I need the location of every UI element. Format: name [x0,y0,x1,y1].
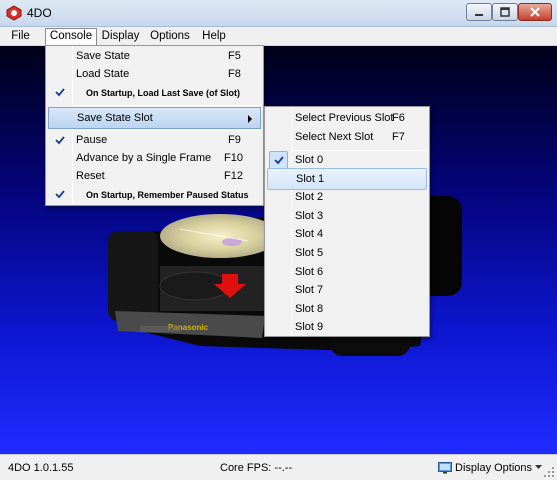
save-state-slot-label: Save State Slot [77,112,153,124]
reset-label: Reset [76,170,105,182]
slot-label: Slot 4 [295,228,324,240]
status-bar: 4DO 1.0.1.55 Core FPS: --.-- Display Opt… [0,454,557,480]
slot-label: Slot 3 [295,210,324,222]
menu-display[interactable]: Display [99,28,142,45]
pause-label: Pause [76,134,108,146]
menu-item-startup-load-last-save[interactable]: On Startup, Load Last Save (of Slot) [48,82,261,104]
menu-options[interactable]: Options [148,28,192,45]
close-button[interactable] [518,3,552,21]
menu-item-select-next-slot[interactable]: Select Next Slot F7 [267,127,427,149]
slot-label: Slot 6 [295,266,324,278]
slot-label: Slot 9 [295,321,324,333]
checkmark-icon [50,185,69,204]
menu-item-startup-remember-paused[interactable]: On Startup, Remember Paused Status [48,184,261,206]
menu-bar: File Console Display Options Help [0,27,557,46]
select-next-slot-label: Select Next Slot [295,131,374,143]
maximize-button[interactable] [492,3,518,21]
load-state-shortcut: F8 [228,68,241,80]
minimize-icon [475,14,483,16]
reset-shortcut: F12 [224,170,243,182]
maximize-icon [500,7,510,17]
display-options-dropdown[interactable]: Display Options [438,459,543,476]
menu-item-slot-9[interactable]: Slot 9 [267,317,427,339]
console-menu: Save State F5 Load State F8 On Startup, … [45,45,264,206]
slot-label: Slot 2 [295,191,324,203]
title-bar: 4DO [0,0,557,27]
window-title: 4DO [27,6,52,20]
slot-label: Slot 0 [295,154,324,166]
minimize-button[interactable] [466,3,492,21]
resize-grip-icon[interactable] [544,467,555,478]
slot-label: Slot 1 [296,173,325,185]
monitor-icon [438,461,452,473]
pause-shortcut: F9 [228,134,241,146]
select-next-slot-shortcut: F7 [392,131,405,143]
app-logo-icon [6,5,22,21]
advance-frame-shortcut: F10 [224,152,243,164]
startup-load-label: On Startup, Load Last Save (of Slot) [86,88,241,98]
startup-paused-label: On Startup, Remember Paused Status [86,190,249,200]
save-state-shortcut: F5 [228,50,241,62]
slot-label: Slot 7 [295,284,324,296]
menu-file[interactable]: File [4,28,37,45]
save-state-slot-submenu: Select Previous Slot F6 Select Next Slot… [264,106,430,337]
close-icon [530,7,540,17]
menu-separator [74,105,261,106]
menu-help[interactable]: Help [199,28,229,45]
display-options-label: Display Options [455,461,533,474]
slot-label: Slot 8 [295,303,324,315]
select-previous-slot-label: Select Previous Slot [295,112,394,124]
menu-console[interactable]: Console [45,28,97,45]
advance-frame-label: Advance by a Single Frame [76,152,212,164]
slot-label: Slot 5 [295,247,324,259]
select-previous-slot-shortcut: F6 [392,112,405,124]
dropdown-arrow-icon [535,465,543,469]
save-state-label: Save State [76,50,130,62]
core-fps-label: Core FPS: --.-- [220,462,293,474]
load-state-label: Load State [76,68,130,80]
submenu-arrow-icon [248,115,252,123]
checkmark-icon [50,83,69,102]
menu-item-save-state-slot[interactable]: Save State Slot [48,107,261,129]
version-label: 4DO 1.0.1.55 [8,462,74,474]
